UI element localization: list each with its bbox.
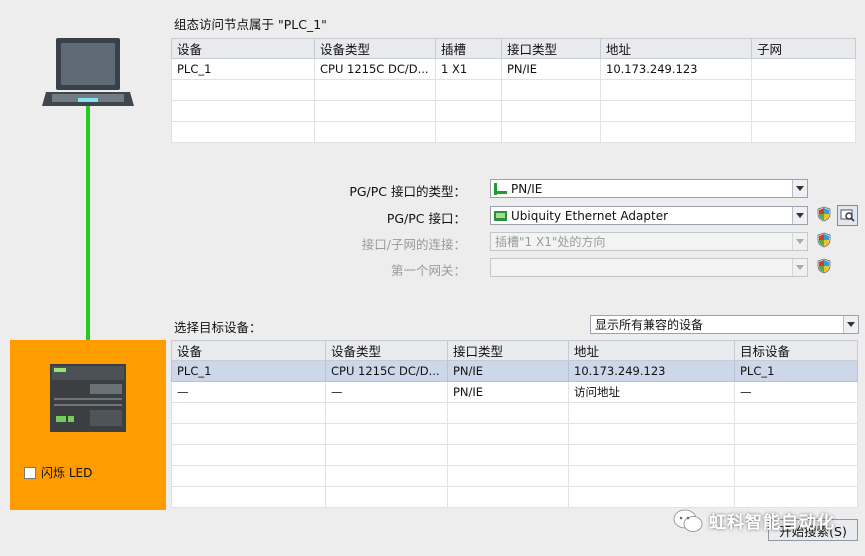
- col-address[interactable]: 地址: [600, 38, 752, 59]
- subnet-connection-value: 插槽"1 X1"处的方向: [495, 235, 606, 249]
- magnifier-icon: [840, 209, 855, 222]
- table-row[interactable]: — — PN/IE 访问地址 —: [171, 381, 858, 403]
- col-subnet[interactable]: 子网: [751, 38, 856, 59]
- plc-device-icon: [50, 364, 126, 432]
- access-node-title: 组态访问节点属于 "PLC_1": [174, 17, 327, 32]
- pgpc-interface-value: Ubiquity Ethernet Adapter: [511, 208, 669, 223]
- cell-target-device: —: [734, 381, 858, 403]
- flash-led-label: 闪烁 LED: [41, 466, 93, 480]
- target-table-header: 设备 设备类型 接口类型 地址 目标设备: [171, 340, 858, 361]
- col-device-type[interactable]: 设备类型: [325, 340, 448, 361]
- shield-icon[interactable]: [816, 206, 832, 222]
- pn-ie-icon: [494, 182, 507, 195]
- flash-led-checkbox-box[interactable]: [24, 466, 36, 479]
- col-device[interactable]: 设备: [171, 38, 315, 59]
- shield-icon[interactable]: [816, 232, 832, 248]
- chevron-down-icon[interactable]: [792, 207, 807, 224]
- table-row-empty: [171, 79, 856, 101]
- col-address[interactable]: 地址: [568, 340, 735, 361]
- pgpc-type-label: PG/PC 接口的类型：: [349, 184, 466, 199]
- chevron-down-icon[interactable]: [792, 233, 807, 250]
- table-row-selected[interactable]: PLC_1 CPU 1215C DC/D... PN/IE 10.173.249…: [171, 360, 858, 382]
- subnet-connection-label: 接口/子网的连接：: [361, 237, 466, 252]
- watermark-text: 虹科智能自动化: [709, 513, 835, 533]
- cell-address: 10.173.249.123: [600, 58, 752, 80]
- access-node-table: 设备 设备类型 插槽 接口类型 地址 子网 PLC_1 CPU 1215C DC…: [171, 38, 856, 143]
- cell-subnet: [751, 58, 856, 80]
- select-target-title: 选择目标设备：: [174, 320, 262, 335]
- diagnostics-button[interactable]: [837, 205, 858, 226]
- table-row[interactable]: PLC_1 CPU 1215C DC/D... 1 X1 PN/IE 10.17…: [171, 58, 856, 80]
- col-device-type[interactable]: 设备类型: [314, 38, 436, 59]
- subnet-connection-select[interactable]: 插槽"1 X1"处的方向: [490, 232, 808, 251]
- cell-device-type: CPU 1215C DC/D...: [325, 360, 448, 382]
- watermark: 虹科智能自动化: [673, 508, 835, 533]
- device-filter-value: 显示所有兼容的设备: [595, 318, 704, 332]
- shield-icon[interactable]: [816, 258, 832, 274]
- cell-interface-type: PN/IE: [447, 360, 569, 382]
- chevron-down-icon[interactable]: [843, 316, 858, 333]
- table-row-empty: [171, 486, 858, 508]
- table-row-empty: [171, 100, 856, 122]
- pgpc-type-value: PN/IE: [511, 181, 543, 196]
- access-node-table-header: 设备 设备类型 插槽 接口类型 地址 子网: [171, 38, 856, 59]
- network-connection-line: [86, 104, 90, 366]
- target-device-panel: 闪烁 LED: [10, 340, 166, 510]
- table-row-empty: [171, 465, 858, 487]
- pg-pc-laptop-icon: [42, 38, 134, 106]
- cell-slot: 1 X1: [435, 58, 502, 80]
- flash-led-checkbox[interactable]: 闪烁 LED: [24, 464, 92, 481]
- pgpc-type-select[interactable]: PN/IE: [490, 179, 808, 198]
- cell-address: 访问地址: [568, 381, 735, 403]
- cell-device: PLC_1: [171, 58, 315, 80]
- cell-device: —: [171, 381, 326, 403]
- cell-target-device: PLC_1: [734, 360, 858, 382]
- cell-interface-type: PN/IE: [447, 381, 569, 403]
- pgpc-interface-label: PG/PC 接口：: [386, 211, 466, 226]
- target-device-table: 设备 设备类型 接口类型 地址 目标设备 PLC_1 CPU 1215C DC/…: [171, 340, 858, 508]
- cell-device-type: CPU 1215C DC/D...: [314, 58, 436, 80]
- chevron-down-icon[interactable]: [792, 259, 807, 276]
- col-target-device[interactable]: 目标设备: [734, 340, 858, 361]
- device-filter-select[interactable]: 显示所有兼容的设备: [590, 315, 859, 334]
- col-slot[interactable]: 插槽: [435, 38, 502, 59]
- cell-interface-type: PN/IE: [501, 58, 601, 80]
- first-gateway-label: 第一个网关：: [390, 263, 466, 278]
- chevron-down-icon[interactable]: [792, 180, 807, 197]
- cell-device: PLC_1: [171, 360, 326, 382]
- table-row-empty: [171, 423, 858, 445]
- col-interface-type[interactable]: 接口类型: [501, 38, 601, 59]
- wechat-icon: [673, 509, 703, 532]
- first-gateway-select[interactable]: [490, 258, 808, 277]
- network-adapter-icon: [494, 210, 507, 222]
- cell-device-type: —: [325, 381, 448, 403]
- cell-address: 10.173.249.123: [568, 360, 735, 382]
- table-row-empty: [171, 444, 858, 466]
- table-row-empty: [171, 121, 856, 143]
- col-interface-type[interactable]: 接口类型: [447, 340, 569, 361]
- pgpc-interface-select[interactable]: Ubiquity Ethernet Adapter: [490, 206, 808, 225]
- col-device[interactable]: 设备: [171, 340, 326, 361]
- table-row-empty: [171, 402, 858, 424]
